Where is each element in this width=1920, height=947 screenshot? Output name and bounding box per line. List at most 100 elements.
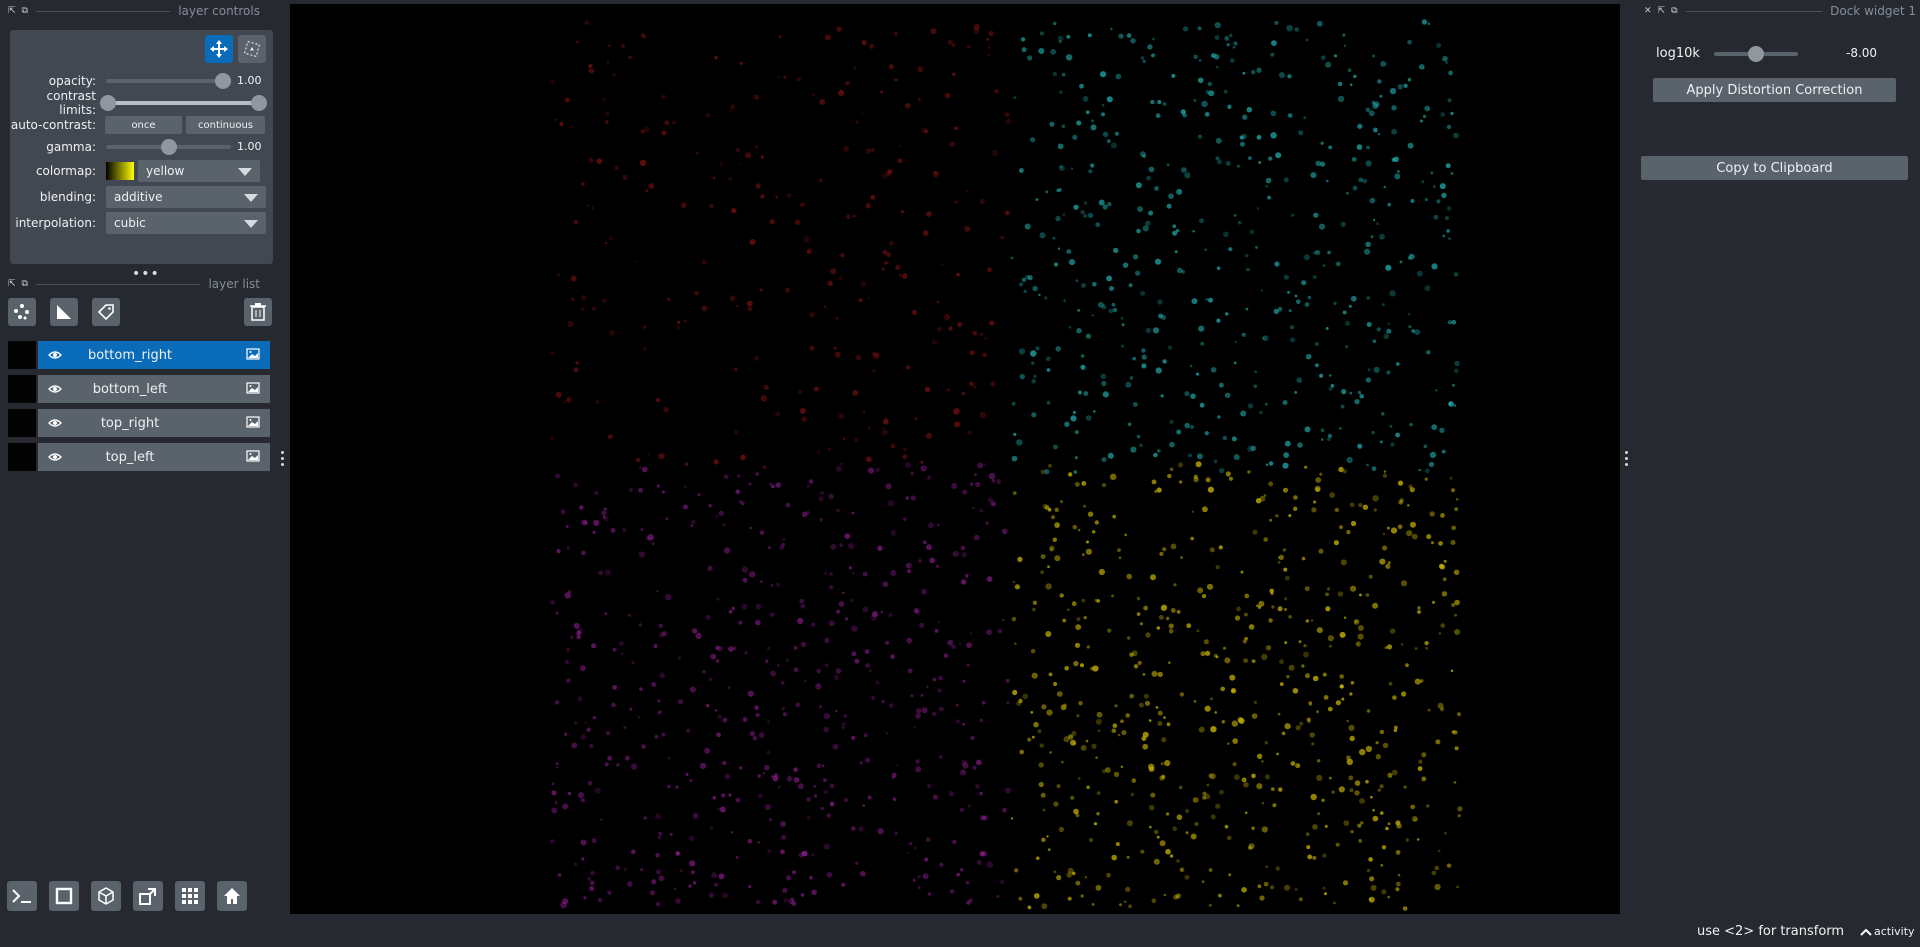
nucleus-dot	[1454, 507, 1459, 512]
console-button[interactable]	[7, 881, 37, 911]
collapse-icon[interactable]: ⇱	[1658, 6, 1666, 16]
auto-contrast-continuous-button[interactable]: continuous	[186, 116, 265, 134]
contrast-limits-slider[interactable]	[100, 95, 267, 111]
layer-item[interactable]: bottom_right	[38, 341, 270, 369]
opacity-slider-handle[interactable]	[215, 73, 231, 89]
nucleus-dot	[871, 695, 876, 700]
nucleus-dot	[1454, 746, 1459, 751]
nucleus-dot	[1271, 40, 1277, 46]
layer-item[interactable]: bottom_left	[38, 375, 270, 403]
layer-list-more-handle[interactable]	[281, 451, 285, 469]
eye-icon[interactable]	[48, 418, 62, 428]
nucleus-dot	[851, 625, 858, 632]
roll-dimensions-button[interactable]	[91, 881, 121, 911]
new-labels-layer-button[interactable]	[92, 298, 120, 326]
eye-icon[interactable]	[48, 350, 62, 360]
nucleus-dot	[1349, 788, 1354, 793]
nucleus-dot	[1156, 487, 1162, 493]
nucleus-dot	[962, 489, 968, 495]
log10k-slider[interactable]	[1714, 46, 1798, 62]
nucleus-dot	[840, 462, 843, 466]
nucleus-dot	[1148, 166, 1155, 173]
layer-name: bottom_right	[87, 347, 173, 363]
nucleus-dot	[1037, 729, 1042, 734]
nucleus-dot	[849, 598, 854, 602]
apply-distortion-correction-button[interactable]: Apply Distortion Correction	[1653, 78, 1896, 102]
layer-row[interactable]: top_right	[8, 409, 270, 437]
contrast-high-handle[interactable]	[251, 95, 267, 111]
auto-contrast-once-button[interactable]: once	[105, 116, 182, 134]
activity-button[interactable]: activity	[1860, 925, 1915, 938]
nucleus-dot	[1397, 84, 1403, 90]
nucleus-dot	[763, 384, 769, 390]
nucleus-dot	[783, 898, 789, 903]
nucleus-dot	[852, 389, 859, 396]
nucleus-dot	[1213, 459, 1218, 464]
nucleus-dot	[1449, 476, 1453, 480]
layer-item[interactable]: top_left	[38, 443, 270, 471]
layer-list-titlebar: ⇱ ⧉ layer list	[0, 273, 272, 295]
nucleus-dot	[1328, 776, 1332, 780]
nucleus-dot	[1305, 832, 1310, 836]
grid-view-button[interactable]	[175, 881, 205, 911]
copy-to-clipboard-button[interactable]: Copy to Clipboard	[1641, 156, 1908, 180]
float-icon[interactable]: ⧉	[22, 6, 28, 16]
blending-dropdown[interactable]: additive	[106, 186, 266, 208]
viewer-canvas[interactable]	[290, 4, 1620, 914]
reset-view-button[interactable]	[217, 881, 247, 911]
layer-item[interactable]: top_right	[38, 409, 270, 437]
float-icon[interactable]: ⧉	[1671, 6, 1677, 16]
new-shapes-layer-button[interactable]	[50, 298, 78, 326]
float-icon[interactable]: ⧉	[22, 279, 28, 289]
interpolation-dropdown[interactable]: cubic	[106, 212, 266, 234]
nucleus-dot	[855, 861, 859, 865]
layer-row[interactable]: top_left	[8, 443, 270, 471]
pan-zoom-button[interactable]	[205, 35, 233, 63]
nucleus-dot	[1218, 545, 1223, 550]
nucleus-dot	[806, 815, 811, 820]
log10k-slider-handle[interactable]	[1748, 46, 1764, 62]
nucleus-dot	[605, 241, 608, 245]
nucleus-dot	[1417, 610, 1421, 614]
gamma-slider-handle[interactable]	[160, 139, 177, 155]
nucleus-dot	[1094, 598, 1098, 602]
nucleus-dot	[631, 763, 638, 770]
toggle-ndisplay-button[interactable]	[49, 881, 79, 911]
layer-row[interactable]: bottom_left	[8, 375, 270, 403]
close-icon[interactable]: ⇱	[8, 279, 16, 289]
transform-button[interactable]	[238, 35, 266, 63]
dock-splitter-handle[interactable]	[1625, 451, 1629, 469]
colormap-dropdown[interactable]: yellow	[138, 160, 260, 182]
nucleus-dot	[1083, 213, 1088, 218]
nucleus-dot	[1312, 250, 1317, 255]
nucleus-dot	[1350, 681, 1355, 685]
opacity-slider[interactable]	[106, 73, 231, 89]
nucleus-dot	[1446, 863, 1452, 868]
nucleus-dot	[1247, 403, 1254, 409]
nucleus-dot	[938, 675, 943, 681]
nucleus-dot	[1030, 350, 1037, 357]
transpose-dimensions-button[interactable]	[133, 881, 163, 911]
gamma-slider[interactable]	[106, 139, 231, 155]
new-points-layer-button[interactable]	[8, 298, 36, 326]
nucleus-dot	[1372, 218, 1376, 222]
nucleus-dot	[655, 813, 661, 820]
delete-layer-button[interactable]	[244, 298, 272, 326]
nucleus-dot	[1229, 33, 1233, 38]
nucleus-dot	[1410, 199, 1415, 203]
layer-row[interactable]: bottom_right	[8, 341, 270, 369]
contrast-low-handle[interactable]	[100, 95, 116, 111]
nucleus-dot	[1407, 504, 1410, 507]
nucleus-dot	[1204, 705, 1211, 712]
nucleus-dot	[867, 297, 871, 300]
nucleus-dot	[1070, 167, 1074, 170]
nucleus-dot	[870, 195, 876, 200]
points-icon	[14, 304, 29, 320]
nucleus-dot	[891, 776, 895, 780]
nucleus-dot	[1301, 280, 1307, 286]
nucleus-dot	[1426, 534, 1432, 540]
close-icon[interactable]: ✕	[1644, 6, 1652, 16]
eye-icon[interactable]	[48, 452, 62, 462]
eye-icon[interactable]	[48, 384, 62, 394]
close-icon[interactable]: ⇱	[8, 6, 16, 16]
